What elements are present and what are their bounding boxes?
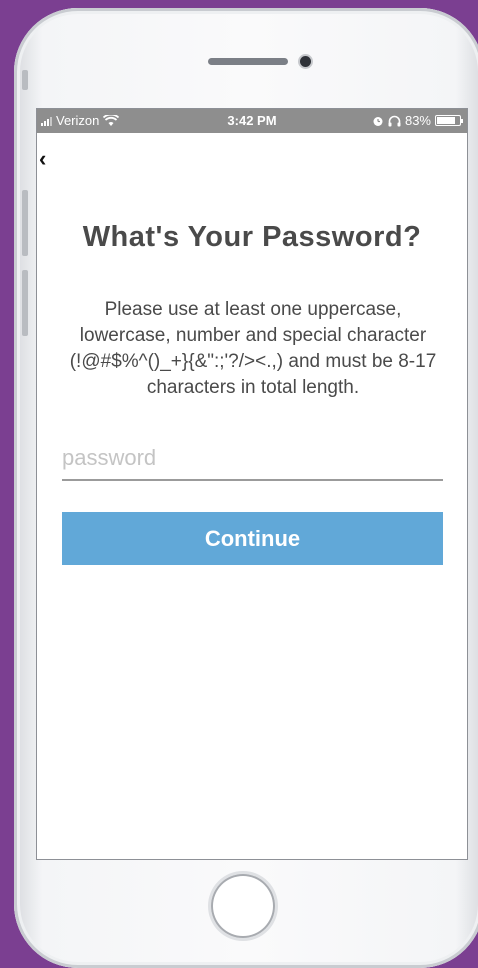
battery-icon (435, 115, 463, 126)
status-bar: Verizon 3:42 PM 83% (37, 109, 467, 133)
volume-up-button (22, 190, 28, 256)
volume-down-button (22, 270, 28, 336)
headphones-icon (388, 115, 401, 127)
speaker-grille (208, 58, 288, 65)
password-input[interactable] (62, 437, 443, 481)
app-screen: Verizon 3:42 PM 83% ‹ What's Your Passwo… (36, 108, 468, 860)
home-button[interactable] (211, 874, 275, 938)
front-camera (300, 56, 311, 67)
continue-button[interactable]: Continue (62, 512, 443, 565)
mute-switch (22, 70, 28, 90)
password-requirements: Please use at least one uppercase, lower… (69, 299, 437, 398)
battery-percent: 83% (404, 113, 431, 128)
alarm-icon (372, 115, 384, 127)
page-title: What's Your Password? (82, 221, 422, 253)
back-chevron-icon[interactable]: ‹ (39, 148, 46, 170)
